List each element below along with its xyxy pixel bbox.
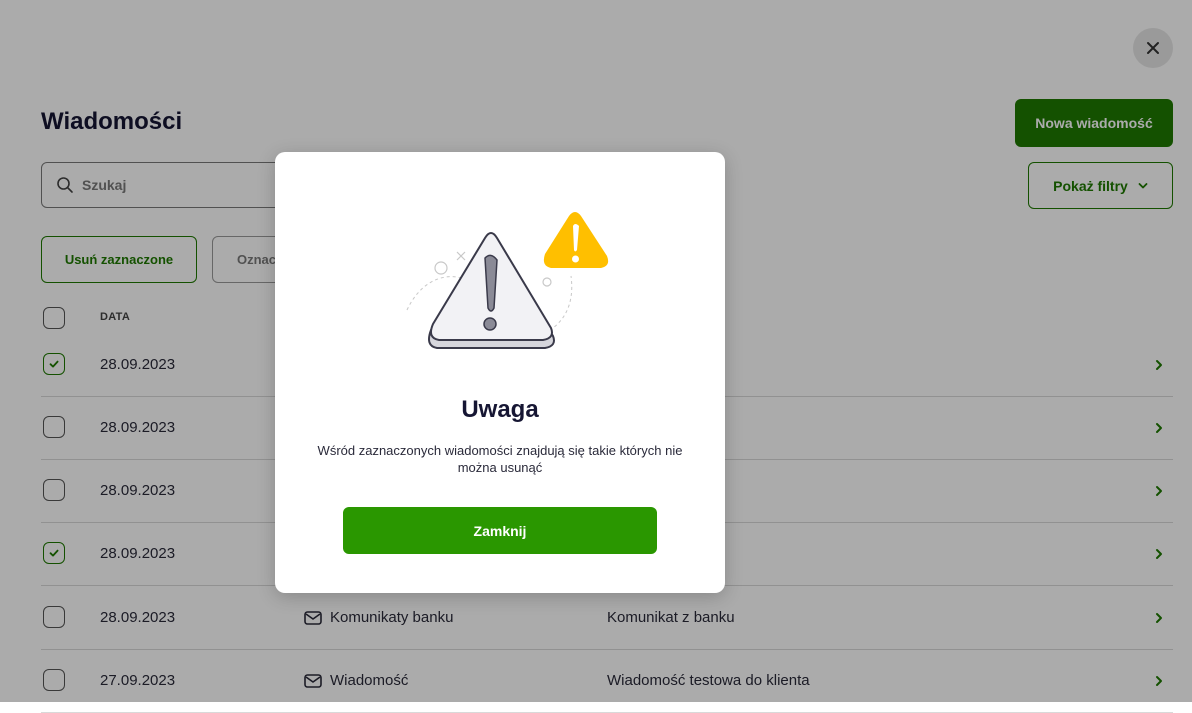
warning-dialog: Uwaga Wśród zaznaczonych wiadomości znaj… bbox=[275, 152, 725, 593]
dialog-message: Wśród zaznaczonych wiadomości znajdują s… bbox=[317, 443, 683, 475]
messages-page: Wiadomości Nowa wiadomość Szukaj Pokaż f… bbox=[0, 0, 1192, 713]
dialog-title: Uwaga bbox=[461, 396, 539, 423]
close-dialog-button[interactable]: Zamknij bbox=[343, 507, 657, 554]
warning-triangle-icon bbox=[406, 212, 609, 349]
